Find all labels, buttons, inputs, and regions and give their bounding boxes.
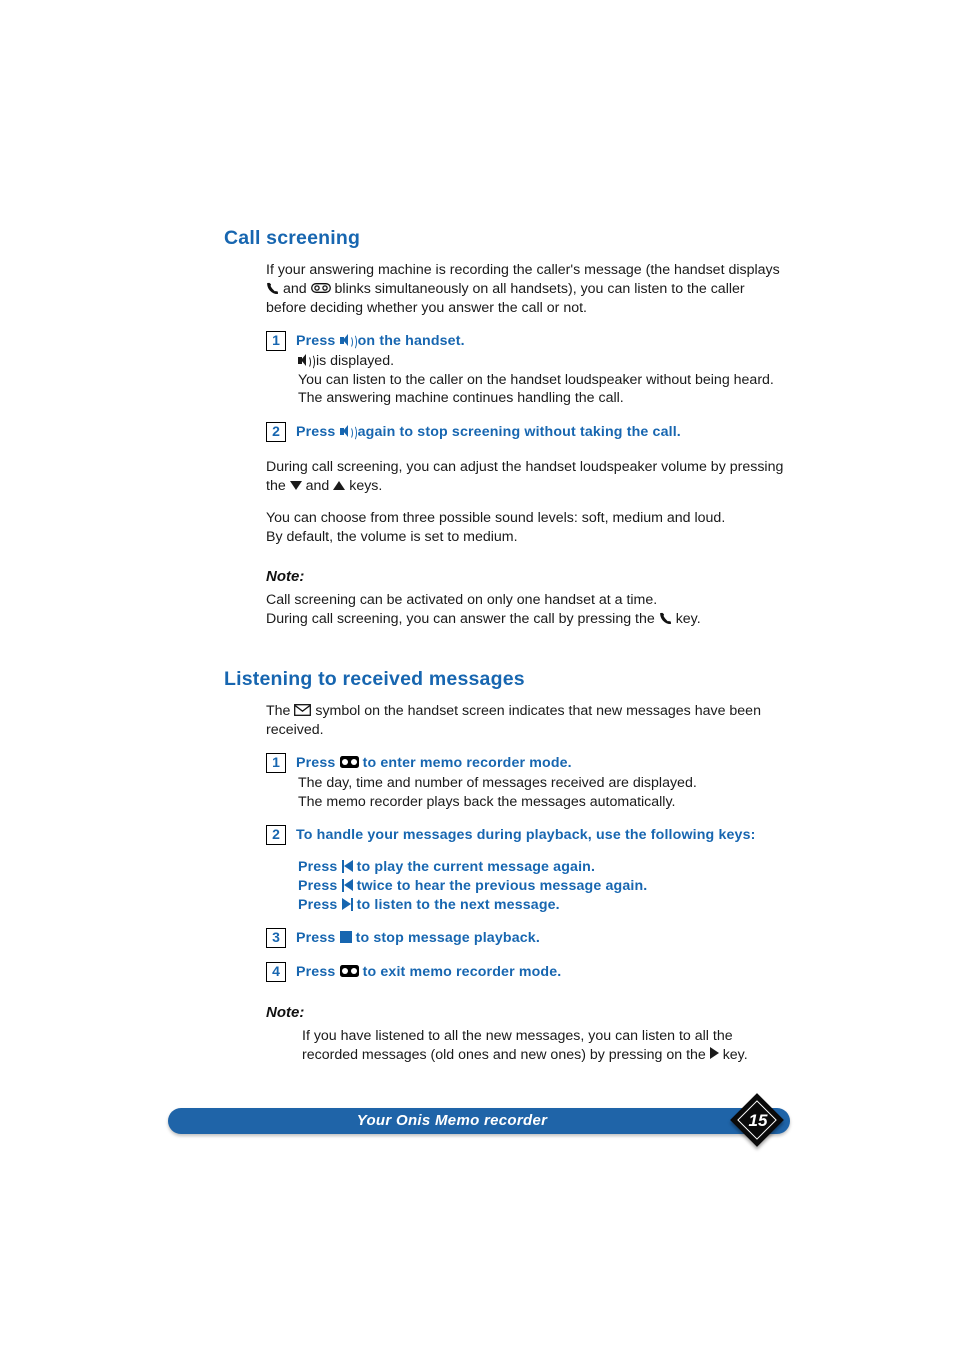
- intro-line-1-a: The: [266, 703, 291, 719]
- intro-line-1-b: symbol on the handset screen indicates t…: [315, 703, 761, 719]
- note-line-2-a: recorded messages (old ones and new ones…: [302, 1046, 706, 1063]
- step-head-before: Press: [296, 964, 336, 981]
- page-title-listening-messages: Listening to received messages: [224, 667, 525, 690]
- intro-line-2-b: blinks simultaneously on all handsets), …: [334, 281, 745, 298]
- levels-line-2: By default, the volume is set to medium.: [266, 528, 518, 545]
- step-subtext: The day, time and number of messages rec…: [298, 774, 824, 811]
- step-call-screening-2: 2 Press again to stop screening without …: [266, 422, 824, 442]
- step-content: Press to enter memo recorder mode. The d…: [296, 753, 824, 811]
- step-sub-line-2: The memo recorder plays back the message…: [298, 793, 676, 810]
- step-heading: Press again to stop screening without ta…: [296, 423, 824, 441]
- step-head-before: Press: [296, 424, 336, 440]
- note-line-2-a: During call screening, you can answer th…: [266, 610, 655, 627]
- next-track-icon: [341, 897, 353, 911]
- listening-intro: The symbol on the handset screen indicat…: [266, 702, 824, 739]
- key-line-2-after: twice to hear the previous message again…: [356, 877, 648, 894]
- note-line-2-b: key.: [675, 610, 701, 627]
- step-heading: Press to exit memo recorder mode.: [296, 963, 824, 981]
- previous-track-icon: [341, 860, 353, 874]
- stop-icon: [339, 931, 352, 944]
- note-line-1: Call screening can be activated on only …: [266, 592, 658, 609]
- step-sub-line-3: The answering machine continues handling…: [298, 390, 624, 407]
- step-number-badge: 2: [266, 422, 286, 442]
- step-number-badge: 3: [266, 928, 286, 949]
- step-subtext: is displayed. You can listen to the call…: [298, 352, 824, 408]
- play-icon: [709, 1046, 719, 1059]
- note-body: Call screening can be activated on only …: [266, 591, 824, 628]
- step-number-badge: 1: [266, 331, 286, 352]
- step-listening-3: 3 Press to stop message playback.: [266, 928, 824, 949]
- step-head-before: Press: [296, 755, 336, 772]
- cassette-icon: [339, 965, 359, 978]
- step-content: Press to stop message playback.: [296, 928, 824, 947]
- step-heading: Press on the handset.: [296, 332, 824, 350]
- key-line-3-after: to listen to the next message.: [356, 896, 560, 913]
- arrow-up-icon: [333, 480, 346, 490]
- playback-key-list: Press to play the current message again.…: [298, 858, 824, 914]
- step-head-before: Press: [296, 930, 336, 947]
- volume-line-2-c: keys.: [349, 477, 383, 494]
- step-heading: Press to stop message playback.: [296, 929, 824, 947]
- phone-handset-icon: [266, 282, 279, 295]
- step-head-after: to stop message playback.: [355, 930, 540, 947]
- arrow-down-icon: [289, 480, 302, 490]
- volume-line-1: During call screening, you can adjust th…: [266, 459, 784, 475]
- step-listening-2: 2 To handle your messages during playbac…: [266, 825, 824, 914]
- cassette-outline-icon: [310, 283, 331, 293]
- step-number-badge: 1: [266, 753, 286, 774]
- step-sub-line-2: You can listen to the caller on the hand…: [298, 371, 774, 388]
- intro-line-2: received.: [266, 721, 324, 738]
- envelope-icon: [294, 704, 312, 716]
- cassette-icon: [339, 756, 359, 769]
- note-body: If you have listened to all the new mess…: [302, 1027, 824, 1064]
- key-line-1-before: Press: [298, 859, 338, 876]
- step-number-badge: 4: [266, 962, 286, 983]
- step-listening-4: 4 Press to exit memo recorder mode.: [266, 962, 824, 983]
- step-content: Press again to stop screening without ta…: [296, 422, 824, 441]
- page-number-badge: 15: [730, 1093, 784, 1147]
- note-line-1: If you have listened to all the new mess…: [302, 1028, 733, 1045]
- volume-line-2-a: the: [266, 477, 286, 494]
- step-content: Press to exit memo recorder mode.: [296, 962, 824, 981]
- intro-line-3: before deciding whether you answer the c…: [266, 299, 587, 316]
- note-line-2-b: key.: [722, 1046, 748, 1063]
- volume-line-2-b: and: [305, 477, 330, 494]
- section-divider: [224, 629, 824, 669]
- speaker-icon: [339, 333, 357, 350]
- step-sub-line-1: The day, time and number of messages rec…: [298, 775, 697, 792]
- step-head-before: Press: [296, 333, 336, 350]
- key-line-2-before: Press: [298, 877, 338, 894]
- phone-handset-icon: [659, 612, 672, 625]
- step-number-badge: 2: [266, 825, 286, 846]
- call-screening-intro: If your answering machine is recording t…: [266, 261, 824, 317]
- page-content: Call screening If your answering machine…: [224, 227, 824, 1064]
- step-call-screening-1: 1 Press on the handset. is displayed. Yo…: [266, 331, 824, 408]
- speaker-icon: [339, 424, 357, 441]
- step-heading: Press to enter memo recorder mode.: [296, 754, 824, 772]
- page-number: 15: [748, 1111, 768, 1130]
- note-label: Note:: [266, 568, 305, 586]
- page-footer: Your Onis Memo recorder 15: [168, 1093, 790, 1147]
- note-label: Note:: [266, 1004, 305, 1022]
- intro-line-2-a: and: [282, 281, 307, 298]
- step-head-after: to enter memo recorder mode.: [362, 755, 572, 772]
- levels-line-1: You can choose from three possible sound…: [266, 510, 726, 527]
- volume-instructions: During call screening, you can adjust th…: [266, 458, 824, 546]
- key-line-1-after: to play the current message again.: [356, 859, 596, 876]
- step-listening-1: 1 Press to enter memo recorder mode. The…: [266, 753, 824, 811]
- footer-title: Your Onis Memo recorder: [356, 1112, 548, 1129]
- page-title-call-screening: Call screening: [224, 227, 361, 249]
- manual-page: Call screening If your answering machine…: [0, 0, 954, 1351]
- key-line-3-before: Press: [298, 896, 338, 913]
- step-head-after: to exit memo recorder mode.: [362, 964, 562, 981]
- intro-line-1: If your answering machine is recording t…: [266, 262, 780, 279]
- step-content: Press on the handset. is displayed. You …: [296, 331, 824, 408]
- step-head-after: again to stop screening without taking t…: [357, 424, 681, 440]
- previous-track-icon: [341, 878, 353, 892]
- step-content: To handle your messages during playback,…: [296, 825, 824, 914]
- step-head-after: on the handset.: [357, 333, 465, 350]
- step-sub-line-1: is displayed.: [315, 353, 395, 370]
- speaker-icon: [298, 353, 315, 370]
- step-heading: To handle your messages during playback,…: [296, 827, 756, 844]
